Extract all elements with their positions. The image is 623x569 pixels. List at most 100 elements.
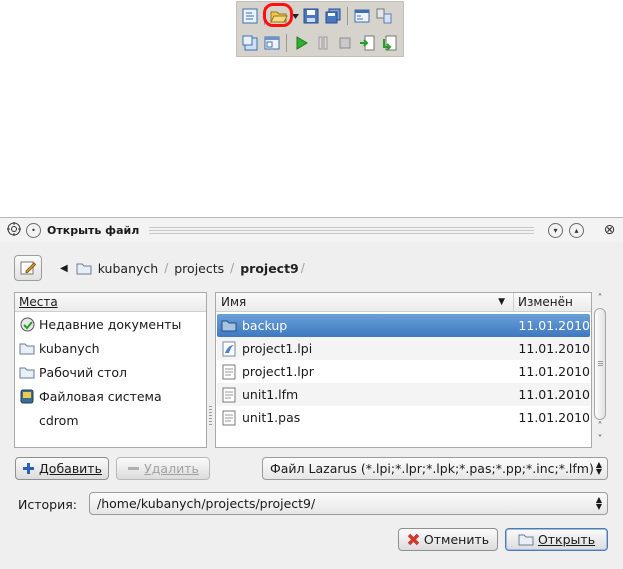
open-label: Открыть (537, 532, 596, 547)
place-cdrom[interactable]: cdrom (15, 408, 206, 432)
folder-icon (19, 364, 35, 380)
text-file-icon (221, 410, 237, 426)
file-date: 11.01.2010 (518, 341, 590, 356)
place-label: Файловая система (39, 388, 162, 404)
column-name[interactable]: Имя ▼ (216, 293, 513, 311)
breadcrumb-segment[interactable]: kubanych (98, 261, 159, 276)
step-over-icon[interactable] (379, 33, 399, 53)
history-combo[interactable]: /home/kubanych/projects/project9/ ▲ ▼ (89, 492, 608, 515)
place-filesystem[interactable]: Файловая система (15, 384, 206, 408)
file-row[interactable]: backup 11.01.2010 (217, 314, 590, 337)
updown-arrows-icon: ▲ ▼ (595, 495, 602, 511)
new-unit-icon[interactable] (240, 33, 260, 53)
stop-icon[interactable] (335, 33, 355, 53)
cdrom-spacer (19, 412, 35, 428)
pane-splitter[interactable] (209, 406, 212, 426)
file-row[interactable]: unit1.pas 11.01.2010 (217, 406, 590, 429)
file-row[interactable]: unit1.lfm 11.01.2010 (217, 383, 590, 406)
path-bar: ◀ kubanych / projects / project9 / (14, 254, 311, 282)
ide-toolbar (236, 1, 404, 57)
breadcrumb-separator: / (230, 261, 235, 275)
titlebar-grip (149, 226, 534, 234)
recent-documents-icon (19, 316, 35, 332)
toolbar-separator (286, 34, 287, 52)
sort-down-icon: ▼ (498, 297, 505, 307)
place-home[interactable]: kubanych (15, 336, 206, 360)
pencil-icon (20, 261, 36, 275)
cancel-button[interactable]: Отменить (398, 528, 498, 551)
scroll-up-icon[interactable]: ˄ (593, 292, 607, 306)
maximize-icon[interactable]: ▴ (569, 222, 584, 238)
edit-path-button[interactable] (14, 255, 42, 281)
place-label: Недавние документы (39, 316, 182, 332)
updown-arrows-icon: ▲ ▼ (595, 460, 602, 476)
file-date: 11.01.2010 (518, 410, 590, 425)
place-desktop[interactable]: Рабочий стол (15, 360, 206, 384)
add-place-label: Добавить (39, 461, 102, 476)
dialog-title: Открыть файл (47, 223, 140, 237)
minus-icon (127, 462, 140, 475)
cancel-x-icon (407, 533, 420, 546)
history-value: /home/kubanych/projects/project9/ (97, 496, 316, 511)
breadcrumb-separator: / (164, 261, 169, 275)
new-form-icon[interactable] (240, 6, 260, 26)
places-panel: Места Недавние документы kubanych Рабочи… (14, 292, 207, 448)
place-label: Рабочий стол (39, 364, 127, 380)
run-icon[interactable] (291, 33, 311, 53)
column-modified-label: Изменён (518, 295, 573, 309)
breadcrumb-back-icon[interactable]: ◀ (60, 263, 68, 274)
kde-menu-icon[interactable] (6, 221, 22, 240)
place-label: cdrom (39, 412, 79, 428)
close-icon[interactable]: ⊗ (602, 222, 617, 238)
folder-icon (221, 318, 237, 334)
column-modified[interactable]: Изменён (513, 293, 591, 311)
pause-icon[interactable] (313, 33, 333, 53)
view-units-icon[interactable] (374, 6, 394, 26)
remove-place-label: Удалить (144, 461, 199, 476)
text-file-icon (221, 364, 237, 380)
file-name: backup (242, 318, 288, 333)
breadcrumb-segment[interactable]: projects (174, 261, 224, 276)
remove-place-button[interactable]: Удалить (116, 457, 210, 480)
folder-icon (19, 340, 35, 356)
view-forms-icon[interactable] (262, 33, 282, 53)
save-icon[interactable] (301, 6, 321, 26)
file-type-filter[interactable]: Файл Lazarus (*.lpi;*.lpr;*.lpk;*.pas;*.… (262, 457, 608, 480)
scroll-thumb[interactable] (594, 308, 606, 420)
toggle-form-icon[interactable] (352, 6, 372, 26)
folder-icon (76, 262, 92, 275)
file-list-header: Имя ▼ Изменён (216, 293, 591, 312)
scroll-up-small-icon[interactable]: ˄ (593, 420, 607, 434)
file-row[interactable]: project1.lpr 11.01.2010 (217, 360, 590, 383)
save-all-icon[interactable] (323, 6, 343, 26)
lazarus-project-icon (221, 341, 237, 357)
dialog-titlebar[interactable]: • Открыть файл ▾ ▴ ⊗ (0, 218, 623, 242)
open-button[interactable]: Открыть (505, 528, 608, 551)
scroll-down-icon[interactable]: ˅ (593, 433, 607, 447)
file-row[interactable]: project1.lpi 11.01.2010 (217, 337, 590, 360)
open-button-highlight (263, 3, 293, 27)
places-header: Места (15, 293, 206, 312)
drive-icon (19, 388, 35, 404)
breadcrumb-separator: / (300, 261, 305, 275)
file-list-scrollbar[interactable]: ˄ ˄ ˅ (593, 292, 607, 448)
toolbar-separator (347, 7, 348, 25)
file-date: 11.01.2010 (518, 387, 590, 402)
file-list: Имя ▼ Изменён backup 11.01.2010 project1… (215, 292, 592, 448)
filter-value: Файл Lazarus (*.lpi;*.lpr;*.lpk;*.pas;*.… (270, 461, 594, 476)
step-into-icon[interactable] (357, 33, 377, 53)
sticky-icon[interactable]: • (26, 222, 41, 238)
plus-icon (22, 462, 35, 475)
breadcrumb-current[interactable]: project9 (240, 261, 299, 276)
minimize-icon[interactable]: ▾ (548, 222, 563, 238)
file-date: 11.01.2010 (518, 364, 590, 379)
place-recent[interactable]: Недавние документы (15, 312, 206, 336)
place-label: kubanych (39, 340, 100, 356)
text-file-icon (221, 387, 237, 403)
folder-icon (518, 533, 534, 546)
add-place-button[interactable]: Добавить (15, 457, 109, 480)
open-file-dialog: • Открыть файл ▾ ▴ ⊗ ◀ kubanych / projec… (0, 217, 623, 569)
history-label: История: (18, 497, 77, 512)
file-name: unit1.lfm (242, 387, 299, 402)
toolbar-row-2 (240, 31, 399, 55)
